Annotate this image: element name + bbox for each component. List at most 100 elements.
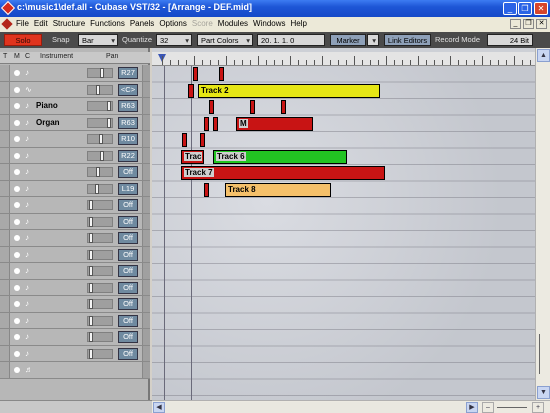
track-type-cell[interactable]	[0, 131, 10, 147]
fader-knob[interactable]	[96, 84, 100, 95]
fader-knob[interactable]	[100, 68, 104, 78]
mute-dot-icon[interactable]	[14, 70, 20, 76]
track-type-cell[interactable]	[0, 98, 10, 114]
scroll-up-arrow[interactable]: ▲	[537, 49, 550, 62]
pan-value[interactable]: Off	[118, 281, 138, 294]
volume-fader[interactable]	[87, 183, 113, 194]
position-display[interactable]: 20. 1. 1. 0	[257, 34, 325, 46]
mdi-close-button[interactable]: ✕	[536, 19, 547, 29]
track-type-cell[interactable]	[0, 180, 10, 196]
pan-value[interactable]: Off	[118, 265, 138, 277]
pan-value[interactable]: Off	[118, 166, 138, 178]
track-row[interactable]: ♪ Off	[0, 213, 150, 230]
arrange-part[interactable]	[204, 116, 209, 131]
pan-value[interactable]: Off	[118, 232, 138, 244]
track-type-cell[interactable]	[0, 296, 10, 312]
mute-dot-icon[interactable]	[14, 86, 20, 93]
mute-dot-icon[interactable]	[14, 103, 20, 109]
pan-value[interactable]: Off	[118, 199, 138, 211]
fader-knob[interactable]	[89, 200, 93, 210]
volume-fader[interactable]	[87, 134, 113, 144]
mute-dot-icon[interactable]	[14, 284, 20, 291]
volume-fader[interactable]	[87, 332, 113, 342]
menu-panels[interactable]: Panels	[130, 19, 154, 28]
mute-dot-icon[interactable]	[14, 251, 20, 258]
part-colors-select[interactable]: Part Colors ▾	[197, 34, 253, 46]
volume-fader[interactable]	[87, 84, 113, 95]
pan-value[interactable]: R22	[118, 149, 138, 162]
mdi-minimize-button[interactable]: _	[510, 19, 521, 29]
volume-fader[interactable]	[87, 117, 113, 128]
mute-dot-icon[interactable]	[14, 301, 20, 307]
quantize-select[interactable]: 32 ▾	[156, 34, 192, 46]
fader-knob[interactable]	[89, 299, 93, 309]
restore-button[interactable]: ❐	[518, 2, 532, 15]
volume-fader[interactable]	[87, 282, 113, 293]
track-row[interactable]: ♪ Off	[0, 246, 150, 263]
mute-dot-icon[interactable]	[14, 334, 20, 340]
mute-dot-icon[interactable]	[14, 268, 20, 274]
track-row[interactable]: ♪ R22	[0, 147, 150, 164]
scroll-down-arrow[interactable]: ▼	[537, 386, 550, 399]
marker-dropdown[interactable]: ▾	[367, 34, 379, 46]
mute-dot-icon[interactable]	[14, 169, 20, 175]
menu-file[interactable]: File	[16, 19, 29, 28]
volume-fader[interactable]	[87, 266, 113, 276]
document-menu-icon[interactable]	[1, 18, 13, 30]
track-type-cell[interactable]	[0, 164, 10, 180]
arrange-grid[interactable]	[152, 66, 535, 400]
fader-knob[interactable]	[95, 183, 99, 194]
time-ruler[interactable]	[152, 52, 535, 66]
arrange-area[interactable]: Track 2 M Trac Track 6 Track 7 Track 8	[152, 48, 535, 400]
fader-knob[interactable]	[96, 167, 100, 177]
arrange-part[interactable]: Track 2	[198, 83, 380, 98]
track-type-cell[interactable]	[0, 345, 10, 361]
arrange-part[interactable]	[182, 133, 187, 147]
arrange-part[interactable]	[188, 83, 194, 98]
marker-button[interactable]: Marker	[330, 34, 366, 46]
fader-knob[interactable]	[99, 134, 103, 144]
pan-value[interactable]: <C>	[118, 83, 138, 96]
mute-dot-icon[interactable]	[14, 119, 20, 126]
cubase-app-icon[interactable]	[0, 0, 16, 16]
volume-fader[interactable]	[87, 315, 113, 326]
scroll-right-arrow[interactable]: ▶	[466, 402, 478, 413]
track-type-cell[interactable]	[0, 263, 10, 279]
track-row[interactable]: ♪ R27	[0, 65, 150, 82]
fader-knob[interactable]	[107, 101, 111, 111]
pan-value[interactable]: Off	[118, 331, 138, 343]
track-type-cell[interactable]	[0, 329, 10, 345]
volume-fader[interactable]	[87, 150, 113, 161]
mute-dot-icon[interactable]	[14, 185, 20, 192]
arrange-part[interactable]	[281, 100, 286, 114]
arrange-part[interactable]: Track 7	[181, 166, 385, 180]
arrange-part[interactable]: Track 8	[225, 182, 331, 197]
record-mode-select[interactable]: 24 Bit	[487, 34, 533, 46]
track-row[interactable]: ♪ Off	[0, 279, 150, 296]
track-type-cell[interactable]	[0, 246, 10, 262]
horizontal-zoom-slider[interactable]	[497, 407, 527, 408]
pan-value[interactable]: R63	[118, 116, 138, 129]
mdi-restore-button[interactable]: ❐	[523, 19, 534, 29]
menu-functions[interactable]: Functions	[90, 19, 125, 28]
track-row[interactable]: ♪ Off	[0, 312, 150, 329]
zoom-out-button[interactable]: –	[482, 402, 494, 413]
horizontal-scrollbar[interactable]: ◀ ▶ – +	[152, 400, 550, 413]
fader-knob[interactable]	[89, 348, 93, 359]
horizontal-scroll-thumb[interactable]	[166, 402, 466, 413]
instrument-name[interactable]: Piano	[36, 101, 58, 110]
volume-fader[interactable]	[87, 249, 113, 260]
pan-value[interactable]: Off	[118, 314, 138, 327]
volume-fader[interactable]	[87, 233, 113, 243]
pan-value[interactable]: L19	[118, 182, 138, 195]
track-row[interactable]: ♪ Piano R63	[0, 98, 150, 115]
mute-dot-icon[interactable]	[14, 152, 20, 159]
snap-select[interactable]: Bar ▾	[78, 34, 118, 46]
arrange-part[interactable]	[193, 67, 198, 81]
fader-knob[interactable]	[89, 315, 93, 326]
arrange-part[interactable]	[200, 133, 205, 147]
menu-windows[interactable]: Windows	[253, 19, 285, 28]
fader-knob[interactable]	[89, 282, 93, 293]
menu-structure[interactable]: Structure	[53, 19, 85, 28]
minimize-button[interactable]: _	[503, 2, 517, 15]
